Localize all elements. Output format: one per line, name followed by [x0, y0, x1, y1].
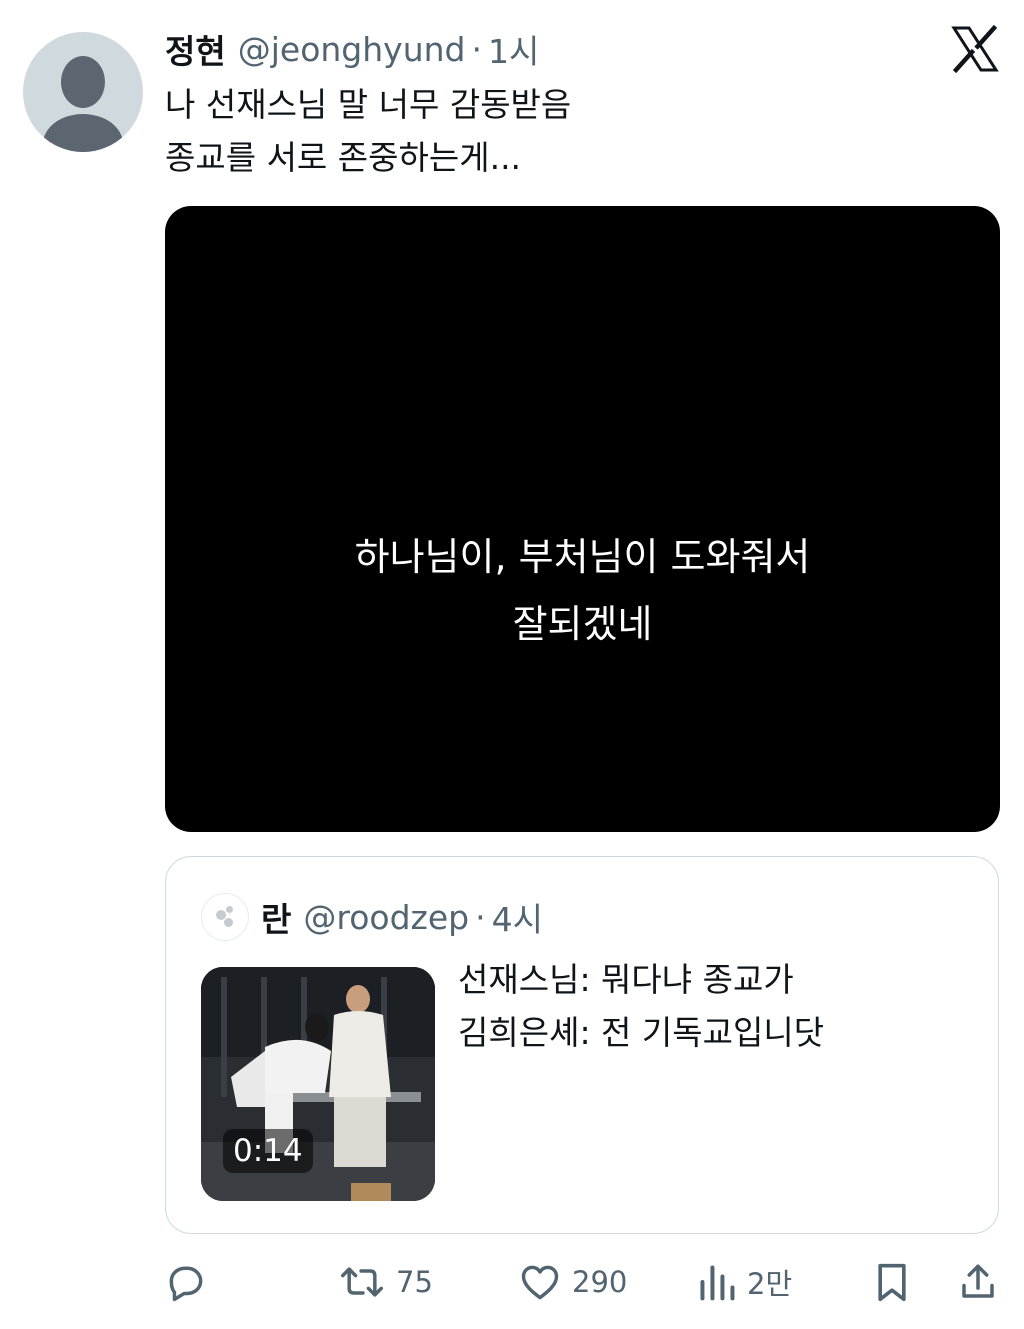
- tweet-video[interactable]: 하나님이, 부처님이 도와줘서 잘되겠네: [165, 206, 1000, 832]
- bookmark-icon: [872, 1260, 912, 1304]
- reply-icon: [164, 1260, 208, 1304]
- retweet-icon: [338, 1260, 386, 1304]
- retweet-button[interactable]: 75: [338, 1252, 433, 1312]
- avatar-body-shape: [43, 114, 123, 152]
- reply-button[interactable]: [164, 1252, 208, 1312]
- views-button[interactable]: 2만: [697, 1252, 792, 1312]
- separator-dot: ·: [471, 29, 482, 69]
- video-caption-line-1: 하나님이, 부처님이 도와줘서: [354, 535, 811, 579]
- video-duration-badge: 0:14: [223, 1129, 313, 1173]
- author-avatar[interactable]: [23, 32, 143, 152]
- bookmark-button[interactable]: [872, 1252, 912, 1312]
- heart-icon: [518, 1260, 562, 1304]
- share-button[interactable]: [957, 1252, 999, 1312]
- tweet-text: 나 선재스님 말 너무 감동받음 종교를 서로 존중하는게...: [165, 85, 572, 177]
- author-handle[interactable]: @jeonghyund: [238, 30, 466, 69]
- avatar-decoration: [224, 918, 233, 927]
- separator-dot: ·: [475, 897, 486, 937]
- analytics-icon: [697, 1260, 737, 1304]
- quote-author-handle[interactable]: @roodzep: [303, 898, 469, 937]
- avatar-decoration: [226, 906, 233, 913]
- views-count: 2만: [747, 1267, 793, 1301]
- author-name[interactable]: 정현: [165, 25, 226, 73]
- quoted-tweet[interactable]: 란 @roodzep · 4시 0:14 선재스님: 뭐다냐 종교가 김희은셰:…: [165, 856, 999, 1234]
- like-count: 290: [572, 1265, 628, 1299]
- video-caption: 하나님이, 부처님이 도와줘서 잘되겠네: [165, 524, 1000, 658]
- tweet-time[interactable]: 1시: [488, 25, 539, 73]
- avatar-head-shape: [61, 56, 105, 108]
- like-button[interactable]: 290: [518, 1252, 627, 1312]
- x-logo-icon: [950, 24, 1000, 74]
- quote-author-name[interactable]: 란: [261, 893, 291, 941]
- quote-video-thumbnail[interactable]: 0:14: [201, 967, 435, 1201]
- quote-text: 선재스님: 뭐다냐 종교가 김희은셰: 전 기독교입니닷: [458, 960, 825, 1052]
- quote-time[interactable]: 4시: [492, 893, 543, 941]
- quote-header: 란 @roodzep · 4시: [261, 893, 543, 941]
- tweet-header: 정현 @jeonghyund · 1시: [165, 26, 539, 72]
- retweet-count: 75: [396, 1265, 433, 1299]
- share-icon: [957, 1260, 999, 1304]
- action-bar: 75 290 2만: [0, 1252, 1024, 1312]
- quote-author-avatar[interactable]: [201, 893, 249, 941]
- video-caption-line-2: 잘되겠네: [512, 602, 653, 646]
